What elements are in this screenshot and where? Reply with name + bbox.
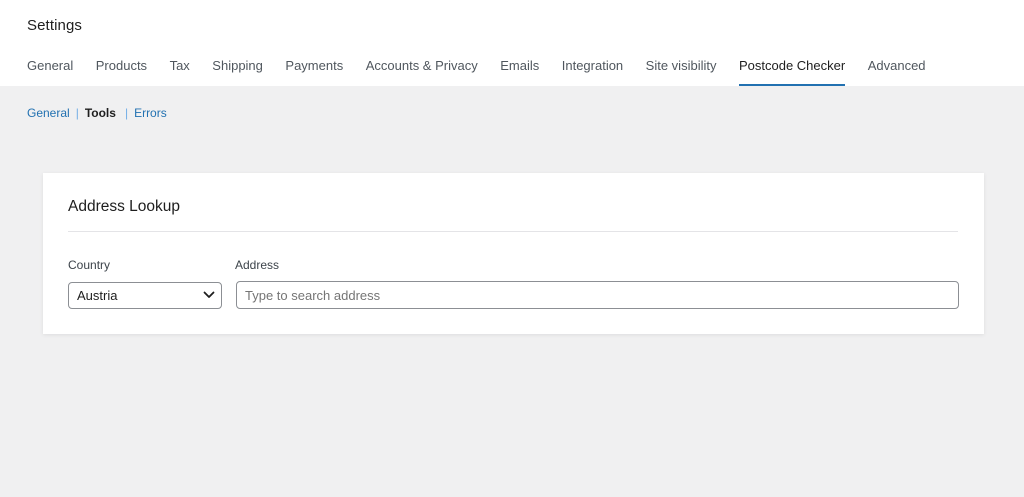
chevron-down-icon xyxy=(203,291,215,298)
country-selected-value: Austria xyxy=(77,288,118,303)
tab-emails[interactable]: Emails xyxy=(500,58,539,86)
page-title: Settings xyxy=(27,17,82,34)
tab-accounts-privacy[interactable]: Accounts & Privacy xyxy=(366,58,478,86)
settings-header: Settings General Products Tax Shipping P… xyxy=(0,0,1024,86)
tab-postcode-checker[interactable]: Postcode Checker xyxy=(738,58,846,86)
sub-navigation: General | Tools | Errors xyxy=(27,106,167,120)
subnav-separator: | xyxy=(75,106,79,120)
subnav-tools-current: Tools xyxy=(84,106,116,120)
subnav-general-link[interactable]: General xyxy=(27,106,70,120)
tab-advanced[interactable]: Advanced xyxy=(868,58,926,86)
tab-products[interactable]: Products xyxy=(96,58,147,86)
subnav-separator: | xyxy=(124,106,129,120)
settings-tabs: General Products Tax Shipping Payments A… xyxy=(27,58,948,86)
tab-integration[interactable]: Integration xyxy=(562,58,623,86)
country-select[interactable]: Austria xyxy=(68,282,222,309)
address-search-input[interactable] xyxy=(236,281,959,309)
address-label: Address xyxy=(235,258,280,272)
tab-payments[interactable]: Payments xyxy=(285,58,343,86)
tab-tax[interactable]: Tax xyxy=(170,58,190,86)
address-lookup-card: Address Lookup Country Austria Address xyxy=(43,173,984,334)
card-divider xyxy=(68,231,958,232)
card-title: Address Lookup xyxy=(68,198,181,215)
tab-general[interactable]: General xyxy=(27,58,73,86)
country-label: Country xyxy=(68,258,111,272)
subnav-errors-link[interactable]: Errors xyxy=(134,106,167,120)
tab-site-visibility[interactable]: Site visibility xyxy=(646,58,717,86)
tab-shipping[interactable]: Shipping xyxy=(212,58,263,86)
